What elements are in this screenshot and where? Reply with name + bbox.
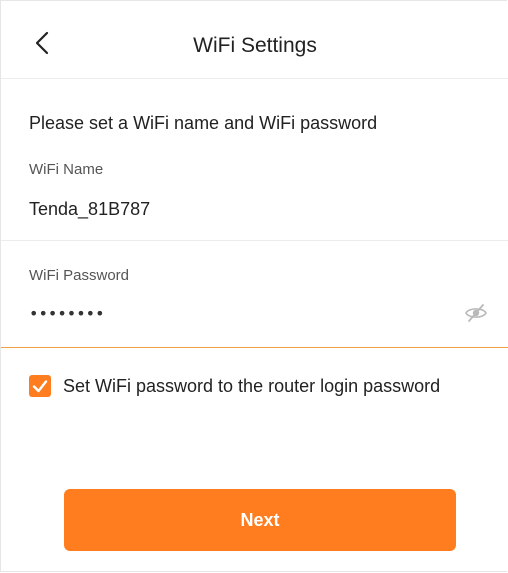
divider [1,240,508,241]
password-visibility-toggle[interactable] [464,303,488,323]
wifi-password-input[interactable] [29,301,429,325]
checkmark-icon [32,380,48,393]
eye-off-icon [465,304,487,322]
page-frame: WiFi Settings Please set a WiFi name and… [0,0,508,572]
same-password-checkbox[interactable] [29,375,51,397]
same-password-label[interactable]: Set WiFi password to the router login pa… [63,375,440,397]
page-title: WiFi Settings [193,34,317,57]
header-bar: WiFi Settings [1,1,508,79]
wifi-password-label: WiFi Password [29,267,130,284]
next-button[interactable]: Next [64,489,456,551]
intro-text: Please set a WiFi name and WiFi password [29,113,378,133]
wifi-name-input[interactable] [29,195,489,223]
password-underline [1,347,508,348]
wifi-name-label: WiFi Name [29,161,104,178]
